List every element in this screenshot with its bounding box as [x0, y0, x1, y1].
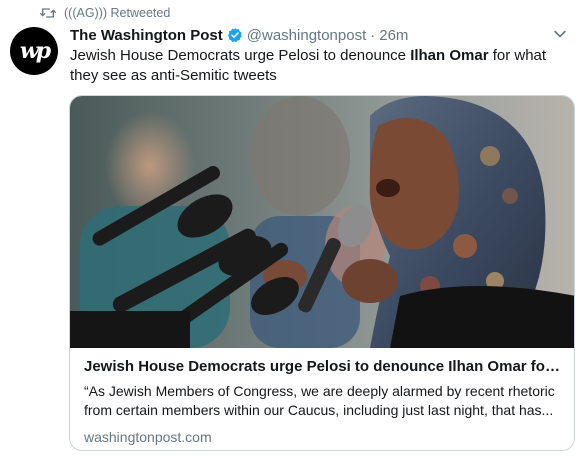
- tweet-header: The Washington Post @washingtonpost · 26…: [70, 25, 408, 45]
- author-handle[interactable]: @washingtonpost: [247, 27, 366, 44]
- link-card[interactable]: Jewish House Democrats urge Pelosi to de…: [69, 95, 575, 451]
- separator-dot: ·: [370, 26, 376, 44]
- tweet-text-part: Jewish House Democrats urge Pelosi to de…: [70, 47, 411, 64]
- tweet-text-mention: Ilhan Omar: [410, 47, 489, 64]
- chevron-down-icon[interactable]: [553, 27, 567, 41]
- card-body: Jewish House Democrats urge Pelosi to de…: [70, 348, 574, 446]
- retweet-label: (((AG))) Retweeted: [64, 6, 171, 20]
- card-image[interactable]: [70, 96, 574, 348]
- card-domain[interactable]: washingtonpost.com: [84, 428, 562, 446]
- tweet-timestamp[interactable]: 26m: [379, 27, 408, 44]
- tweet-text: Jewish House Democrats urge Pelosi to de…: [70, 46, 570, 86]
- verified-badge-icon: [227, 28, 242, 43]
- speaker-photo: [70, 96, 574, 348]
- avatar-logo-text: wp: [19, 38, 51, 64]
- retweet-context[interactable]: (((AG))) Retweeted: [40, 4, 170, 22]
- avatar[interactable]: wp: [10, 27, 58, 75]
- card-title[interactable]: Jewish House Democrats urge Pelosi to de…: [84, 357, 562, 377]
- card-description: “As Jewish Members of Congress, we are d…: [84, 383, 555, 418]
- retweet-icon: [40, 8, 56, 18]
- author-name[interactable]: The Washington Post: [70, 27, 223, 44]
